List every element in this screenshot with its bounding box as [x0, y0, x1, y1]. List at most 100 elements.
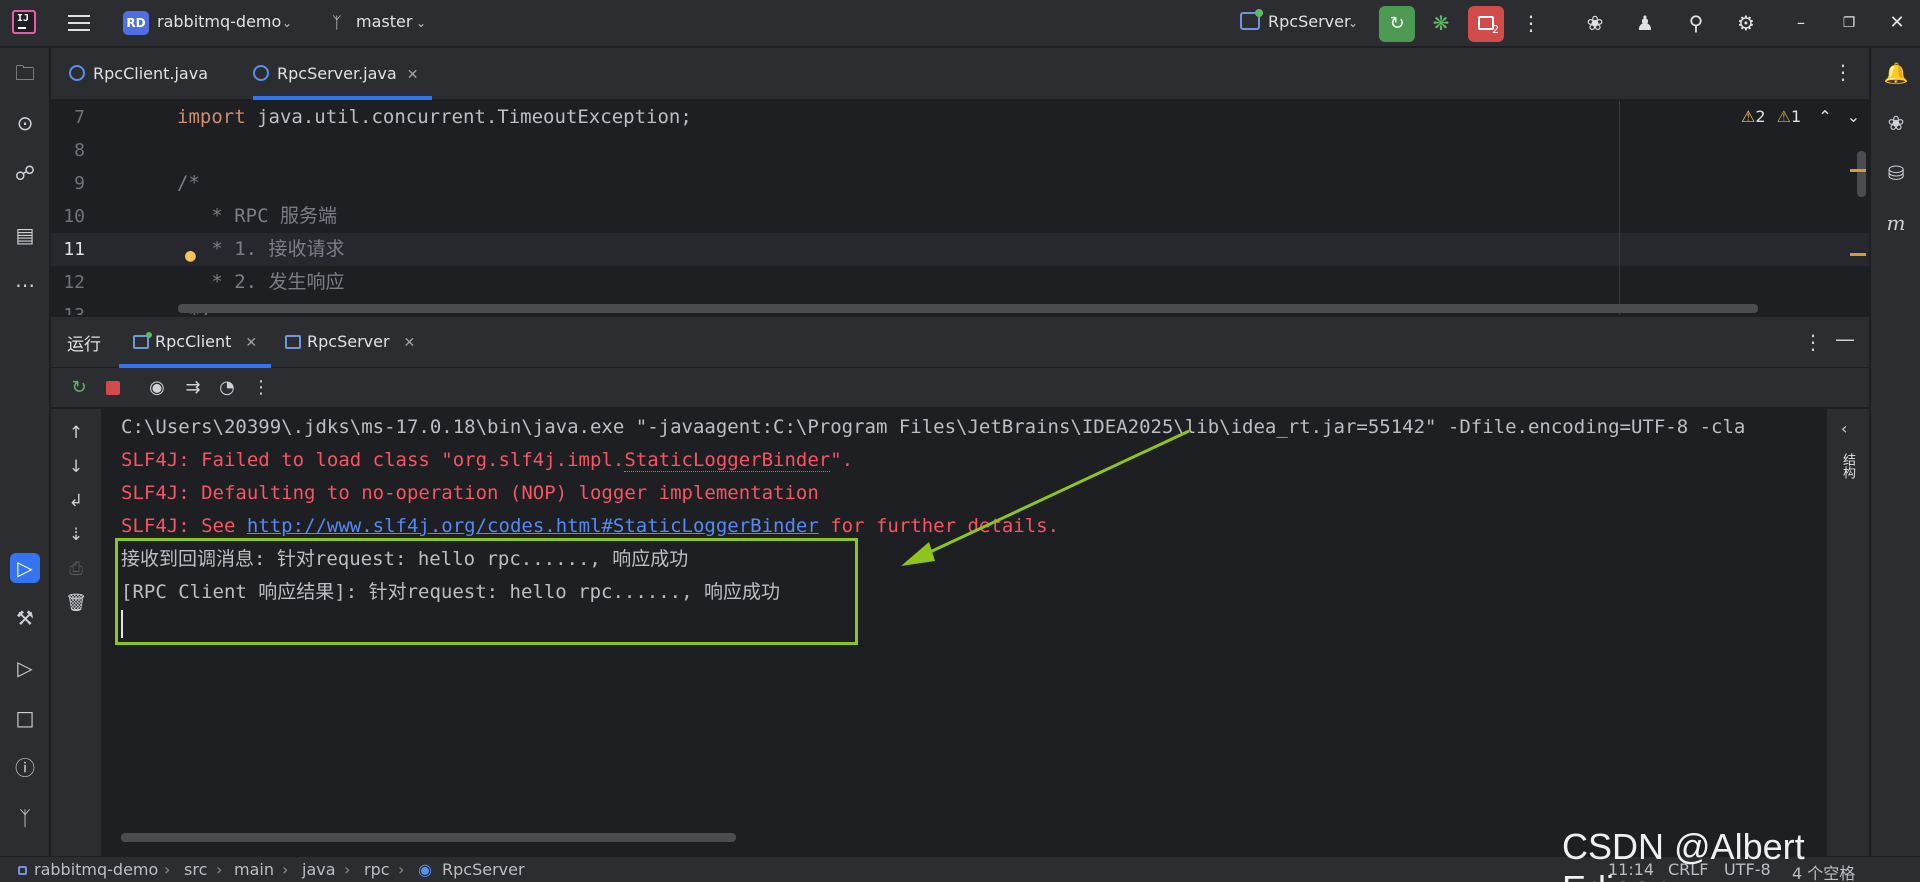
- run-tab-rpcserver[interactable]: RpcServer ✕: [285, 317, 415, 368]
- ai-chat-icon[interactable]: ❀: [1881, 108, 1911, 138]
- restore-icon[interactable]: ❐: [1836, 10, 1862, 36]
- code-line-current: 11 ● * 1. 接收请求: [51, 233, 1869, 266]
- breadcrumb-separator: ›: [398, 860, 405, 879]
- breadcrumb-item[interactable]: java: [302, 860, 336, 879]
- project-badge[interactable]: RD: [123, 11, 149, 35]
- breadcrumb-separator: ›: [216, 860, 223, 879]
- stop-button[interactable]: 2: [1468, 6, 1504, 42]
- more-actions-icon[interactable]: ⋮: [1518, 10, 1544, 36]
- structure-icon[interactable]: ▤: [10, 220, 40, 250]
- java-class-icon: ◉: [418, 860, 432, 879]
- breadcrumb-separator: ›: [344, 860, 351, 879]
- warning-marker[interactable]: [1850, 169, 1866, 172]
- project-name[interactable]: rabbitmq-demo: [157, 12, 281, 31]
- run-config-name[interactable]: RpcServer: [1268, 12, 1351, 31]
- editor-vertical-scrollbar[interactable]: [1857, 151, 1866, 197]
- soft-wrap-icon[interactable]: ↲: [64, 489, 88, 513]
- breadcrumb-item[interactable]: rpc: [364, 860, 390, 879]
- run-tab-rpcclient[interactable]: RpcClient ✕: [119, 317, 272, 368]
- code-line: 7 import java.util.concurrent.TimeoutExc…: [74, 106, 692, 128]
- project-folder-icon[interactable]: 🗀: [10, 58, 40, 88]
- console-gutter: ↑ ↓ ↲ ⇣ ⎙ 🗑: [51, 409, 101, 856]
- run-more-icon[interactable]: ⋮: [1803, 330, 1823, 354]
- build-hammer-icon[interactable]: ⚒: [10, 603, 40, 633]
- code-line: 8: [74, 140, 85, 161]
- terminal-icon[interactable]: □: [10, 703, 40, 733]
- print-icon[interactable]: ⎙: [64, 557, 88, 581]
- close-tab-icon[interactable]: ✕: [407, 67, 419, 83]
- chevron-up-icon[interactable]: ⌃: [1818, 107, 1831, 126]
- rerun-icon[interactable]: ↻: [67, 376, 91, 400]
- database-icon[interactable]: ⛁: [1881, 158, 1911, 188]
- more-tools-icon[interactable]: ⋯: [10, 270, 40, 300]
- warning-icon: ⚠: [1741, 107, 1756, 126]
- annotation-arrow: [901, 429, 1190, 566]
- inspection-widget[interactable]: ⚠2 ⚠1 ⌃ ⌄: [1741, 107, 1860, 126]
- maven-icon[interactable]: m: [1881, 208, 1911, 238]
- breadcrumb-item[interactable]: main: [234, 860, 274, 879]
- scroll-up-arrow-icon[interactable]: ↑: [64, 421, 88, 445]
- trash-icon[interactable]: 🗑: [64, 591, 88, 615]
- profiler-gauge-icon[interactable]: ◔: [215, 376, 239, 400]
- export-icon[interactable]: ⇉: [181, 376, 205, 400]
- structure-side-label[interactable]: 结构: [1839, 453, 1857, 479]
- chevron-down-icon[interactable]: ⌄: [282, 16, 292, 30]
- run-config-icon: [1240, 9, 1263, 30]
- console-horizontal-scrollbar[interactable]: [121, 833, 736, 842]
- pull-request-icon[interactable]: ☍: [10, 158, 40, 188]
- camera-snapshot-icon[interactable]: ◉: [145, 376, 169, 400]
- problems-icon[interactable]: ⓘ: [10, 753, 40, 783]
- debug-icon[interactable]: ❋: [1428, 10, 1454, 36]
- tab-rpcclient[interactable]: RpcClient.java: [69, 48, 208, 100]
- breadcrumb-separator: ›: [282, 860, 289, 879]
- add-user-icon[interactable]: ♟: [1632, 10, 1658, 36]
- breadcrumb-separator: ›: [164, 860, 171, 879]
- more-icon[interactable]: ⋮: [249, 376, 273, 400]
- weak-warning-icon: ⚠: [1776, 107, 1791, 126]
- chevron-down-icon[interactable]: ⌄: [416, 16, 426, 30]
- run-config-icon: [133, 332, 152, 349]
- hide-panel-icon[interactable]: —: [1835, 327, 1855, 351]
- console-output[interactable]: ↑ ↓ ↲ ⇣ ⎙ 🗑 C:\Users\20399\.jdks\ms-17.0…: [51, 409, 1869, 856]
- services-icon[interactable]: ▷: [10, 653, 40, 683]
- git-icon[interactable]: ᛉ: [10, 803, 40, 833]
- ai-assistant-icon[interactable]: ❀: [1582, 10, 1608, 36]
- code-line: 10 * RPC 服务端: [63, 205, 337, 227]
- minimize-icon[interactable]: –: [1788, 10, 1814, 36]
- code-line: 9 /*: [74, 172, 200, 194]
- settings-gear-icon[interactable]: ⚙: [1733, 10, 1759, 36]
- editor-horizontal-scrollbar[interactable]: [178, 304, 1758, 313]
- breadcrumb-item[interactable]: rabbitmq-demo: [34, 860, 158, 879]
- stop-icon[interactable]: [101, 376, 125, 400]
- close-tab-icon[interactable]: ✕: [404, 335, 416, 351]
- collapse-chevron-icon[interactable]: ‹: [1841, 419, 1847, 438]
- run-icon[interactable]: ▷: [10, 553, 40, 583]
- code-editor[interactable]: 7 import java.util.concurrent.TimeoutExc…: [51, 101, 1869, 315]
- slf4j-link[interactable]: http://www.slf4j.org/codes.html#StaticLo…: [247, 515, 819, 537]
- scroll-to-end-icon[interactable]: ⇣: [64, 523, 88, 547]
- scroll-down-arrow-icon[interactable]: ↓: [64, 455, 88, 479]
- rerun-button[interactable]: ↻: [1379, 6, 1415, 42]
- breadcrumb-item[interactable]: RpcServer: [442, 860, 525, 879]
- search-icon[interactable]: ⚲: [1683, 10, 1709, 36]
- warning-marker[interactable]: [1850, 253, 1866, 256]
- close-icon[interactable]: ✕: [1884, 10, 1910, 36]
- intellij-logo-icon[interactable]: IJ: [12, 10, 36, 34]
- chevron-down-icon[interactable]: ⌄: [1847, 107, 1860, 126]
- console-line-error: SLF4J: Failed to load class "org.slf4j.i…: [121, 449, 854, 472]
- csdn-watermark: CSDN @Albert Edison: [1562, 826, 1805, 882]
- main-menu-icon[interactable]: [68, 12, 90, 32]
- console-line-error: SLF4J: Defaulting to no-operation (NOP) …: [121, 482, 819, 504]
- breadcrumb-item[interactable]: src: [184, 860, 207, 879]
- commit-icon[interactable]: ⊙: [10, 108, 40, 138]
- chevron-down-icon[interactable]: ⌄: [1348, 16, 1358, 30]
- tab-rpcserver[interactable]: RpcServer.java ✕: [253, 48, 433, 100]
- branch-name[interactable]: master: [356, 12, 412, 31]
- right-tool-strip: 🔔 ❀ ⛁ m: [1870, 48, 1920, 856]
- editor-tab-bar: RpcClient.java RpcServer.java ✕ ⋮: [51, 48, 1869, 100]
- tabs-more-icon[interactable]: ⋮: [1833, 60, 1853, 84]
- notifications-bell-icon[interactable]: 🔔: [1881, 58, 1911, 88]
- left-tool-strip: 🗀 ⊙ ☍ ▤ ⋯ ▷ ⚒ ▷ □ ⓘ ᛉ: [0, 48, 50, 856]
- close-tab-icon[interactable]: ✕: [245, 335, 257, 351]
- java-class-icon: [253, 65, 269, 81]
